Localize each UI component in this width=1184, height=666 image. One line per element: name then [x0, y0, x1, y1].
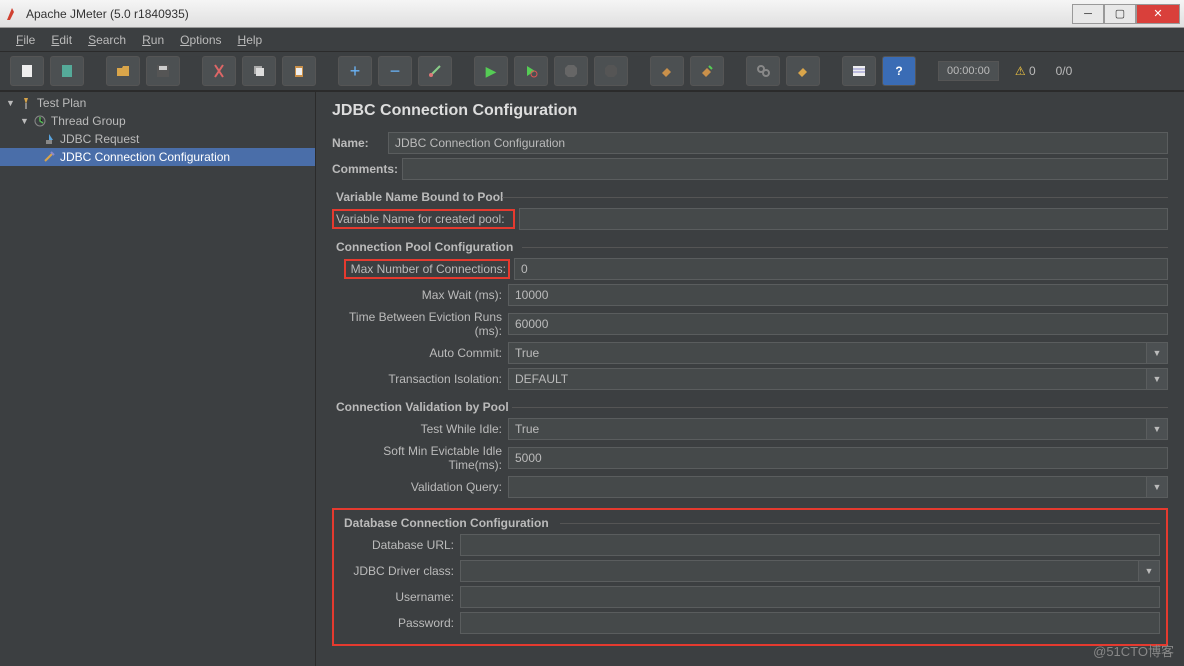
stop-button[interactable]	[554, 56, 588, 86]
minimize-button[interactable]: ─	[1072, 4, 1104, 24]
save-button[interactable]	[146, 56, 180, 86]
tree-jdbc-config[interactable]: JDBC Connection Configuration	[0, 148, 315, 166]
maximize-button[interactable]: ▢	[1104, 4, 1136, 24]
tree-test-plan[interactable]: ▼ Test Plan	[0, 94, 315, 112]
search-button[interactable]	[746, 56, 780, 86]
new-button[interactable]	[10, 56, 44, 86]
collapse-icon[interactable]: ▼	[6, 98, 15, 108]
annotation-1: 1、	[316, 288, 320, 308]
title-bar: Apache JMeter (5.0 r1840935) ─ ▢ ✕	[0, 0, 1184, 28]
query-label: Validation Query:	[332, 480, 508, 494]
reset-search-button[interactable]	[786, 56, 820, 86]
thread-count: 0/0	[1056, 64, 1073, 78]
menu-file[interactable]: File	[8, 29, 43, 51]
chevron-down-icon[interactable]: ▼	[1138, 560, 1160, 582]
menu-search[interactable]: Search	[80, 29, 134, 51]
chevron-down-icon[interactable]: ▼	[1146, 418, 1168, 440]
user-input[interactable]	[460, 586, 1160, 608]
config-icon	[42, 150, 56, 164]
autocommit-combo[interactable]	[508, 342, 1146, 364]
close-button[interactable]: ✕	[1136, 4, 1180, 24]
clear-all-button[interactable]	[690, 56, 724, 86]
toggle-button[interactable]	[418, 56, 452, 86]
idle-label: Test While Idle:	[332, 422, 508, 436]
isolation-label: Transaction Isolation:	[332, 372, 508, 386]
section-pool-title: Connection Pool Configuration	[332, 240, 1168, 254]
section-varname-title: Variable Name Bound to Pool	[332, 190, 1168, 204]
annotation-3: 3、	[316, 564, 320, 584]
collapse-button[interactable]: −	[378, 56, 412, 86]
window-title: Apache JMeter (5.0 r1840935)	[26, 7, 1072, 21]
varname-input[interactable]	[519, 208, 1168, 230]
highlight-db-section: Database Connection Configuration Databa…	[332, 508, 1168, 646]
comments-input[interactable]	[402, 158, 1168, 180]
menu-options[interactable]: Options	[172, 29, 229, 51]
help-button[interactable]: ?	[882, 56, 916, 86]
config-panel: JDBC Connection Configuration Name: Comm…	[316, 92, 1184, 666]
chevron-down-icon[interactable]: ▼	[1146, 476, 1168, 498]
chevron-down-icon[interactable]: ▼	[1146, 368, 1168, 390]
softmin-label: Soft Min Evictable Idle Time(ms):	[332, 444, 508, 472]
section-valid-title: Connection Validation by Pool	[332, 400, 1168, 414]
collapse-icon[interactable]: ▼	[20, 116, 29, 126]
threadgroup-icon	[33, 114, 47, 128]
maxwait-label: Max Wait (ms):	[332, 288, 508, 302]
templates-button[interactable]	[50, 56, 84, 86]
tree-jdbc-request[interactable]: JDBC Request	[0, 130, 315, 148]
maxconn-label: Max Number of Connections:	[348, 262, 506, 276]
autocommit-label: Auto Commit:	[332, 346, 508, 360]
idle-combo[interactable]	[508, 418, 1146, 440]
shutdown-button[interactable]	[594, 56, 628, 86]
menu-edit[interactable]: Edit	[43, 29, 80, 51]
watermark: @51CTO博客	[1093, 641, 1174, 660]
page-title: JDBC Connection Configuration	[332, 102, 1168, 120]
isolation-combo[interactable]	[508, 368, 1146, 390]
user-label: Username:	[340, 590, 460, 604]
varname-label: Variable Name for created pool:	[336, 212, 511, 226]
warning-icon: ⚠	[1015, 64, 1026, 78]
comments-label: Comments:	[332, 162, 402, 176]
menu-bar: File Edit Search Run Options Help	[0, 28, 1184, 52]
chevron-down-icon[interactable]: ▼	[1146, 342, 1168, 364]
evict-input[interactable]	[508, 313, 1168, 335]
menu-run[interactable]: Run	[134, 29, 172, 51]
app-icon	[4, 6, 20, 22]
clear-button[interactable]	[650, 56, 684, 86]
driver-label: JDBC Driver class:	[340, 564, 460, 578]
copy-button[interactable]	[242, 56, 276, 86]
highlight-varname: Variable Name for created pool:	[332, 209, 515, 229]
name-label: Name:	[332, 136, 388, 150]
pass-input[interactable]	[460, 612, 1160, 634]
highlight-maxconn: Max Number of Connections:	[344, 259, 510, 279]
toolbar: + − ▶ ? 00:00:00 ⚠ 0 0/0	[0, 52, 1184, 92]
testplan-icon	[19, 96, 33, 110]
start-button[interactable]: ▶	[474, 56, 508, 86]
sampler-icon	[42, 132, 56, 146]
dburl-label: Database URL:	[340, 538, 460, 552]
name-input[interactable]	[388, 132, 1168, 154]
start-no-timers-button[interactable]	[514, 56, 548, 86]
driver-combo[interactable]	[460, 560, 1138, 582]
warning-indicator: ⚠ 0	[1015, 64, 1036, 78]
open-button[interactable]	[106, 56, 140, 86]
dburl-input[interactable]	[460, 534, 1160, 556]
pass-label: Password:	[340, 616, 460, 630]
menu-help[interactable]: Help	[230, 29, 271, 51]
maxwait-input[interactable]	[508, 284, 1168, 306]
paste-button[interactable]	[282, 56, 316, 86]
timer-display: 00:00:00	[938, 61, 999, 81]
softmin-input[interactable]	[508, 447, 1168, 469]
cut-button[interactable]	[202, 56, 236, 86]
test-plan-tree[interactable]: ▼ Test Plan ▼ Thread Group JDBC Request …	[0, 92, 316, 666]
function-helper-button[interactable]	[842, 56, 876, 86]
section-db-title: Database Connection Configuration	[340, 516, 1160, 530]
maxconn-input[interactable]	[514, 258, 1168, 280]
expand-button[interactable]: +	[338, 56, 372, 86]
annotation-2: 2、	[316, 338, 320, 358]
evict-label: Time Between Eviction Runs (ms):	[332, 310, 508, 338]
query-combo[interactable]	[508, 476, 1146, 498]
tree-thread-group[interactable]: ▼ Thread Group	[0, 112, 315, 130]
